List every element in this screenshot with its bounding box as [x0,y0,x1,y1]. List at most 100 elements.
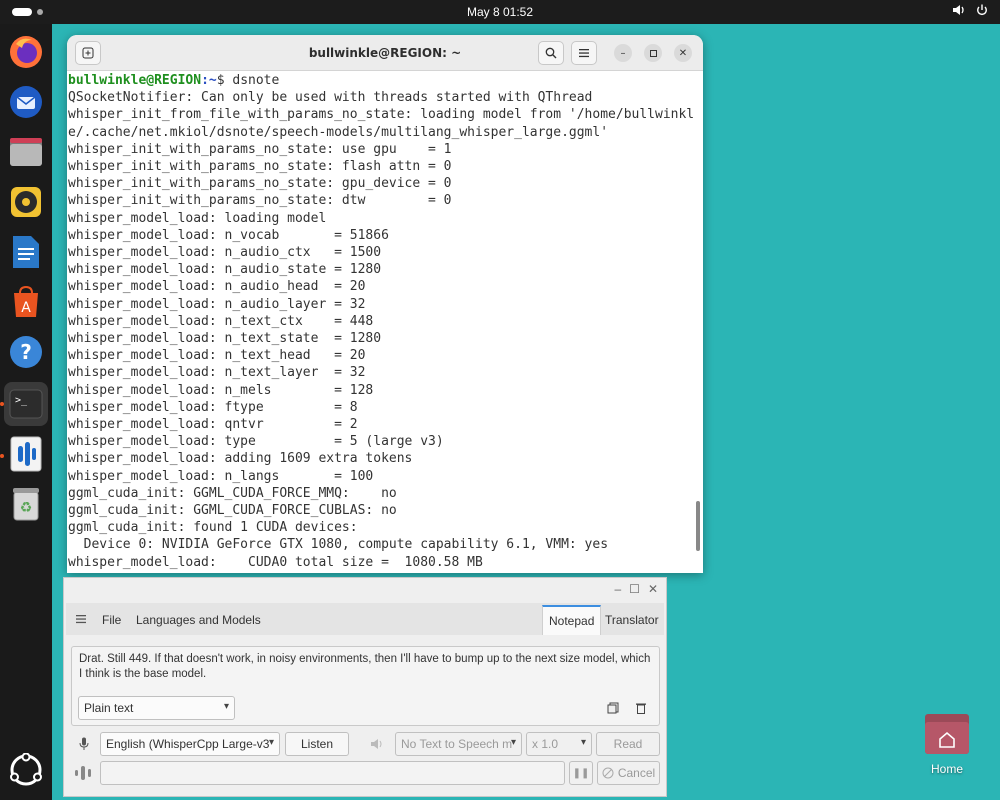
terminal-line: whisper_init_with_params_no_state: use g… [68,141,452,157]
terminal-line: whisper_model_load: n_vocab = 51866 [68,227,389,243]
firefox-icon [10,36,42,68]
terminal-line: whisper_model_load: loading model [68,210,327,226]
close-button[interactable]: ✕ [674,44,692,62]
folder-icon [925,714,969,754]
maximize-icon[interactable]: ☐ [629,582,640,596]
maximize-button[interactable] [644,44,662,62]
terminal-line: whisper_init_from_file_with_params_no_st… [68,107,695,123]
terminal-line: whisper_init_with_params_no_state: flash… [68,159,452,175]
terminal-scrollbar[interactable] [696,501,700,551]
volume-icon[interactable] [952,4,966,16]
terminal-line: whisper_model_load: n_text_layer = 32 [68,365,366,381]
dock-files[interactable] [4,130,48,174]
close-icon: ✕ [678,47,688,59]
copy-icon [607,702,619,714]
cancel-button[interactable]: Cancel [597,761,660,785]
terminal-output[interactable]: bullwinkle@REGION:~$ dsnote QSocketNotifi… [67,72,703,573]
dock-rhythmbox[interactable] [4,180,48,224]
dock-help[interactable]: ? [4,330,48,374]
speed-select[interactable]: x 1.0 ▾ [526,732,592,756]
hamburger-icon [579,49,589,58]
output-lines: QSocketNotifier: Can only be used with t… [68,89,703,571]
terminal-line: whisper_model_load: CUDA0 total size = 1… [68,554,483,570]
minimize-icon[interactable]: – [614,582,621,596]
dock-app-center[interactable]: A [4,280,48,324]
rhythmbox-icon [11,187,41,217]
show-apps-button[interactable] [4,748,48,792]
hamburger-menu-icon[interactable] [76,613,86,627]
chevron-down-icon: ▾ [580,737,586,748]
dock-trash[interactable]: ♻ [4,482,48,526]
terminal-window[interactable]: bullwinkle@REGION: ~ – ✕ bullwinkle@REGI… [67,35,703,573]
stt-model-select[interactable]: English (WhisperCpp Large-v3 ▾ [100,732,280,756]
prompt-line: bullwinkle@REGION:~$ dsnote [68,72,703,89]
tts-model-value: No Text to Speech m [401,737,513,751]
terminal-line: ggml_cuda_init: GGML_CUDA_FORCE_MMQ: no [68,485,397,501]
tab-notepad[interactable]: Notepad [542,605,602,635]
clear-button[interactable] [632,699,650,717]
read-button[interactable]: Read [596,732,660,756]
terminal-title: bullwinkle@REGION: ~ [308,46,462,60]
files-icon [10,138,42,166]
chevron-down-icon: ▾ [223,701,229,712]
terminal-line: whisper_model_load: type = 5 (large v3) [68,434,444,450]
prompt-user: bullwinkle@REGION [68,73,202,88]
app-center-icon: A [14,285,38,317]
terminal-line: whisper_init_with_params_no_state: dtw =… [68,193,452,209]
trash-icon: ♻ [13,488,39,521]
power-icon[interactable] [976,4,988,16]
stt-model-value: English (WhisperCpp Large-v3 [106,737,270,751]
text-format-select[interactable]: Plain text ▾ [78,696,235,720]
pause-button[interactable]: ❚❚ [569,761,593,785]
speed-value: x 1.0 [532,737,559,751]
tts-model-select[interactable]: No Text to Speech m ▾ [395,732,522,756]
trash-icon [636,703,646,714]
dock-terminal[interactable]: >_ [4,382,48,426]
home-label: Home [930,762,963,776]
copy-button[interactable] [604,699,622,717]
chevron-down-icon: ▾ [510,737,516,748]
terminal-line: Device 0: NVIDIA GeForce GTX 1080, compu… [68,537,609,553]
menu-languages-models[interactable]: Languages and Models [136,613,261,627]
dock-writer[interactable] [4,230,48,274]
terminal-line: whisper_model_load: adding 1609 extra to… [68,451,413,467]
listen-button[interactable]: Listen [285,732,349,756]
text-format-value: Plain text [84,701,134,715]
dock-thunderbird[interactable] [4,80,48,124]
desktop-home[interactable]: Home [918,708,976,778]
top-bar: May 8 01:52 [0,0,1000,24]
minimize-button[interactable]: – [614,44,632,62]
speech-progress-bar [100,761,565,785]
audio-level-icon [73,764,95,782]
terminal-line: whisper_model_load: qntvr = 2 [68,417,358,433]
dsnote-icon [10,436,42,472]
search-button[interactable] [538,41,564,65]
terminal-line: ggml_cuda_init: found 1 CUDA devices: [68,520,358,536]
terminal-line: whisper_model_load: n_audio_layer = 32 [68,296,366,312]
clock[interactable]: May 8 01:52 [0,5,1000,19]
terminal-line: QSocketNotifier: Can only be used with t… [68,90,593,106]
dock-dsnote[interactable] [4,432,48,476]
close-icon[interactable]: ✕ [648,582,658,596]
dsnote-window[interactable]: – ☐ ✕ File Languages and Models Notepad … [63,577,667,797]
menu-file[interactable]: File [102,613,121,627]
terminal-line: whisper_model_load: n_audio_state = 1280 [68,262,382,278]
terminal-line: whisper_model_load: n_text_head = 20 [68,348,366,364]
menu-bar: File Languages and Models Notepad Transl… [66,603,664,635]
cancel-icon [602,767,614,779]
system-tray[interactable] [952,4,988,16]
dock: A ? >_ ♻ [0,24,52,800]
terminal-line: whisper_model_load: n_langs = 100 [68,468,374,484]
terminal-line: whisper_model_load: n_mels = 128 [68,382,374,398]
dock-firefox[interactable] [4,30,48,74]
libreoffice-writer-icon [13,236,39,268]
tab-translator[interactable]: Translator [599,605,665,635]
help-icon: ? [10,336,42,368]
menu-button[interactable] [571,41,597,65]
pause-icon: ❚❚ [572,767,590,779]
thunderbird-icon [10,86,42,118]
terminal-line: whisper_model_load: n_audio_ctx = 1500 [68,245,382,261]
terminal-line: whisper_model_load: ftype = 8 [68,399,358,415]
ubuntu-logo-icon [10,753,42,786]
terminal-header: bullwinkle@REGION: ~ – ✕ [67,35,703,71]
